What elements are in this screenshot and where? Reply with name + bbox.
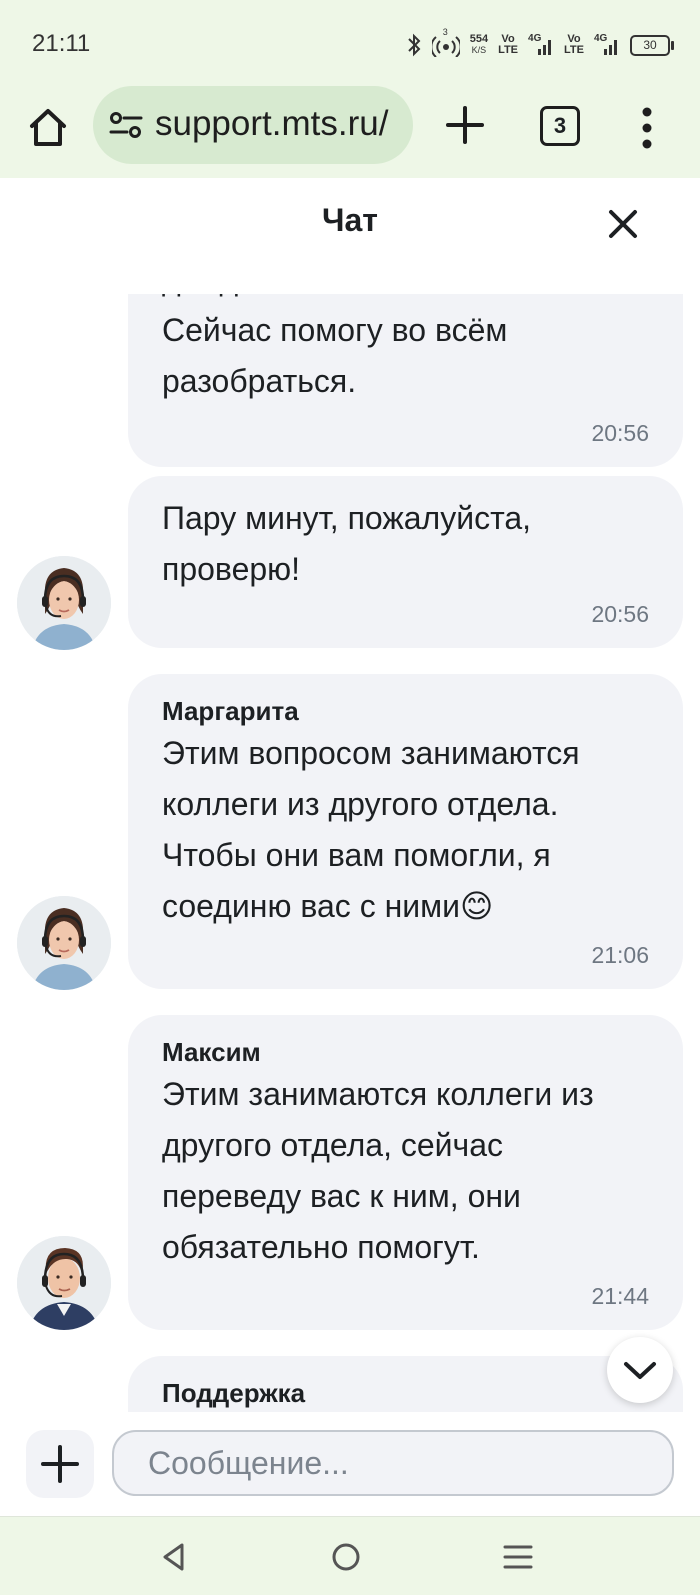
network-speed-value: 554 [469,33,489,45]
scroll-to-bottom-button[interactable] [607,1337,673,1403]
agent-avatar-female [17,896,111,990]
message-bubble: Поддержка [128,1356,683,1412]
message-sender: Поддержка [162,1378,306,1408]
message-bubble: дождались ответа. Сейчас помогу во всём … [128,294,683,467]
home-icon[interactable] [22,102,74,154]
back-icon[interactable] [156,1539,192,1575]
agent-avatar-female [17,556,111,650]
address-bar[interactable]: support.mts.ru/ [93,86,413,164]
browser-toolbar: support.mts.ru/ 3 [0,86,700,179]
chat-header: Чат [0,178,700,294]
volte-indicator-1: Vo LTE [498,34,518,56]
agent-avatar-male [17,1236,111,1330]
chat-title: Чат [322,202,378,238]
status-bar: 21:11 3 554 K/S Vo LTE 4G Vo LTE 4G 30 [0,0,700,86]
battery-icon: 30 [630,34,674,56]
new-tab-icon[interactable] [442,102,488,148]
overflow-menu-icon[interactable] [640,104,654,152]
message-bubble: Максим Этим занимаются коллеги из другог… [128,1015,683,1330]
message-text: Сейчас помогу во всём разобраться. [162,312,508,399]
url-text[interactable]: support.mts.ru/ [155,104,407,144]
site-settings-icon[interactable] [109,110,143,140]
volte2-bottom: LTE [564,44,584,56]
message-time: 20:56 [591,601,649,627]
volte1-bottom: LTE [498,44,519,56]
system-navigation-bar [0,1516,700,1595]
message-sender: Маргарита [162,696,299,726]
message-input[interactable]: Сообщение... [112,1430,674,1496]
message-sender: Максим [162,1037,261,1067]
message-text: Этим вопросом занимаются коллеги из друг… [162,735,580,924]
close-icon[interactable] [601,202,645,246]
home-nav-icon[interactable] [328,1539,364,1575]
status-time: 21:11 [32,30,91,57]
message-text: Этим занимаются коллеги из другого отдел… [162,1076,594,1265]
hotspot-count: 3 [442,27,448,37]
recents-menu-icon[interactable] [500,1539,536,1575]
message-composer: Сообщение... [0,1412,700,1516]
message-time: 21:06 [591,942,649,968]
message-list[interactable]: дождались ответа. Сейчас помогу во всём … [0,294,700,1412]
message-time: 20:56 [591,420,649,446]
message-time: 21:44 [591,1283,649,1309]
plus-icon [41,1445,79,1483]
signal-icon-2: 4G [594,33,620,57]
attach-button[interactable] [26,1430,94,1498]
status-icons: 3 554 K/S Vo LTE 4G Vo LTE 4G 30 [406,27,674,60]
volte-indicator-2: Vo LTE [564,34,584,56]
message-text-partial: дождались ответа. [162,294,649,305]
network-speed: 554 K/S [470,34,488,56]
message-bubble: Маргарита Этим вопросом занимаются колле… [128,674,683,989]
hotspot-icon: 3 [430,27,462,58]
message-bubble: Пару минут, пожалуйста, проверю! 20:56 [128,476,683,648]
tab-switcher-button[interactable]: 3 [540,106,580,146]
bluetooth-icon [407,33,421,57]
network-speed-unit: K/S [471,45,487,55]
chevron-down-icon [624,1362,656,1379]
message-text: Пару минут, пожалуйста, проверю! [162,500,532,587]
signal-icon-1: 4G [528,33,554,57]
